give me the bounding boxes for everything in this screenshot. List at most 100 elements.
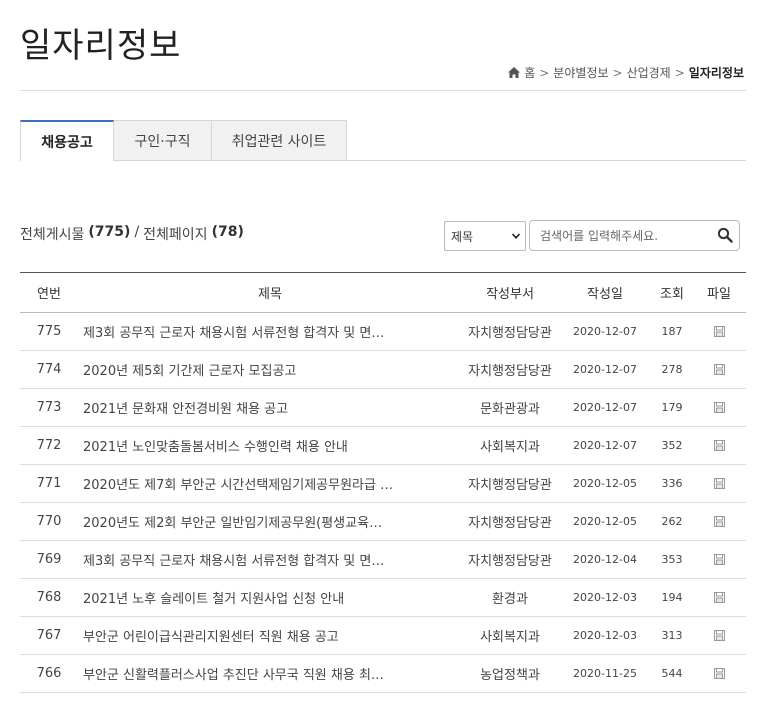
header-views: 조회 [660,287,684,302]
title-divider [20,90,746,91]
table-row: 771 2020년도 제7회 부안군 시간선택제임기제공무원라급 … 자치행정담당관… [20,465,746,503]
table-row: 772 2021년 노인맞춤돌봄서비스 수행인력 채용 안내 사회복지과 2020-1… [20,427,746,465]
row-title-link[interactable]: 제3회 공무직 근로자 채용시험 서류전형 합격자 및 면… [78,313,462,351]
row-file [692,427,746,465]
row-number: 770 [36,514,62,529]
breadcrumb-home[interactable]: 홈 [524,64,535,81]
header-number: 연번 [37,287,61,302]
search-icon[interactable] [717,227,733,243]
row-file [692,351,746,389]
file-icon[interactable] [713,326,725,337]
breadcrumb-industry-economy[interactable]: 산업경제 [627,64,671,81]
row-number: 768 [36,590,62,605]
table-row: 770 2020년도 제2회 부안군 일반임기제공무원(평생교육… 자치행정담당관 2… [20,503,746,541]
breadcrumb-separator: > [612,65,623,80]
row-title-link[interactable]: 2020년 제5회 기간제 근로자 모집공고 [78,351,462,389]
row-number: 773 [36,400,62,415]
row-views: 313 [661,629,683,642]
row-department: 자치행정담당관 [468,516,552,531]
row-number: 766 [36,666,62,681]
row-file [692,313,746,351]
breadcrumb-field-info[interactable]: 분야별정보 [553,64,608,81]
row-views: 352 [661,439,683,452]
row-title-link[interactable]: 2020년도 제2회 부안군 일반임기제공무원(평생교육… [78,503,462,541]
search-input[interactable] [540,228,710,243]
row-title-link[interactable]: 2021년 문화재 안전경비원 채용 공고 [78,389,462,427]
row-number: 771 [36,476,62,491]
header-date: 작성일 [587,287,623,302]
row-department: 자치행정담당관 [468,554,552,569]
file-icon[interactable] [713,592,725,603]
row-department: 문화관광과 [480,402,540,417]
table-row: 766 부안군 신활력플러스사업 추진단 사무국 직원 채용 최… 농업정책과 202… [20,655,746,693]
search-field-value: 제목 [451,229,474,244]
row-views: 187 [661,325,683,338]
table-row: 767 부안군 어린이급식관리지원센터 직원 채용 공고 사회복지과 2020-12-… [20,617,746,655]
row-title-link[interactable]: 부안군 신활력플러스사업 추진단 사무국 직원 채용 최… [78,655,462,693]
row-department: 사회복지과 [480,630,540,645]
search-box [529,220,740,251]
row-date: 2020-11-25 [573,667,637,680]
table-header-row: 연번 제목 작성부서 작성일 조회 파일 [20,272,746,313]
row-title-link[interactable]: 2021년 노인맞춤돌봄서비스 수행인력 채용 안내 [78,427,462,465]
search-field-select[interactable]: 제목 [444,221,526,251]
table-row: 769 제3회 공무직 근로자 채용시험 서류전형 합격자 및 면… 자치행정담당관… [20,541,746,579]
row-department: 자치행정담당관 [468,326,552,341]
total-posts-label: 전체게시물 [20,227,85,243]
page-title: 일자리정보 [20,26,182,66]
row-date: 2020-12-07 [573,401,637,414]
home-icon [508,67,521,78]
file-icon[interactable] [713,554,725,565]
total-posts-value: (775) [88,224,131,240]
breadcrumb-current: 일자리정보 [688,66,744,80]
chevron-down-icon [511,233,521,239]
tab-bar: 채용공고 구인·구직 취업관련 사이트 [20,120,347,161]
breadcrumb: 홈 > 분야별정보 > 산업경제 > 일자리정보 [508,64,744,81]
tab-divider [114,160,746,161]
file-icon[interactable] [713,668,725,679]
total-pages-value: (78) [211,224,244,240]
row-department: 사회복지과 [480,440,540,455]
row-file [692,655,746,693]
row-file [692,389,746,427]
breadcrumb-separator: > [674,65,685,80]
row-date: 2020-12-04 [573,553,637,566]
tab-job-postings[interactable]: 채용공고 [20,120,114,161]
count-divider: / [134,224,140,240]
total-pages-label: 전체페이지 [143,227,208,243]
file-icon[interactable] [713,478,725,489]
row-date: 2020-12-07 [573,439,637,452]
row-views: 262 [661,515,683,528]
file-icon[interactable] [713,630,725,641]
file-icon[interactable] [713,440,725,451]
row-views: 544 [661,667,683,680]
table-row: 775 제3회 공무직 근로자 채용시험 서류전형 합격자 및 면… 자치행정담당관… [20,313,746,351]
row-department: 농업정책과 [480,668,540,683]
row-views: 194 [661,591,683,604]
row-file [692,503,746,541]
row-number: 767 [36,628,62,643]
row-department: 환경과 [492,592,528,607]
row-title-link[interactable]: 2020년도 제7회 부안군 시간선택제임기제공무원라급 … [78,465,462,503]
row-number: 774 [36,362,62,377]
row-file [692,465,746,503]
table-row: 774 2020년 제5회 기간제 근로자 모집공고 자치행정담당관 2020-12-… [20,351,746,389]
row-file [692,617,746,655]
row-department: 자치행정담당관 [468,478,552,493]
row-file [692,579,746,617]
row-date: 2020-12-05 [573,515,637,528]
tab-job-seeking[interactable]: 구인·구직 [114,120,212,161]
table-row: 768 2021년 노후 슬레이트 철거 지원사업 신청 안내 환경과 2020-12… [20,579,746,617]
file-icon[interactable] [713,516,725,527]
row-title-link[interactable]: 제3회 공무직 근로자 채용시험 서류전형 합격자 및 면… [78,541,462,579]
file-icon[interactable] [713,364,725,375]
row-date: 2020-12-05 [573,477,637,490]
file-icon[interactable] [713,402,725,413]
row-views: 336 [661,477,683,490]
row-file [692,541,746,579]
row-views: 179 [661,401,683,414]
row-title-link[interactable]: 부안군 어린이급식관리지원센터 직원 채용 공고 [78,617,462,655]
row-title-link[interactable]: 2021년 노후 슬레이트 철거 지원사업 신청 안내 [78,579,462,617]
tab-employment-sites[interactable]: 취업관련 사이트 [212,120,347,161]
row-number: 769 [36,552,62,567]
